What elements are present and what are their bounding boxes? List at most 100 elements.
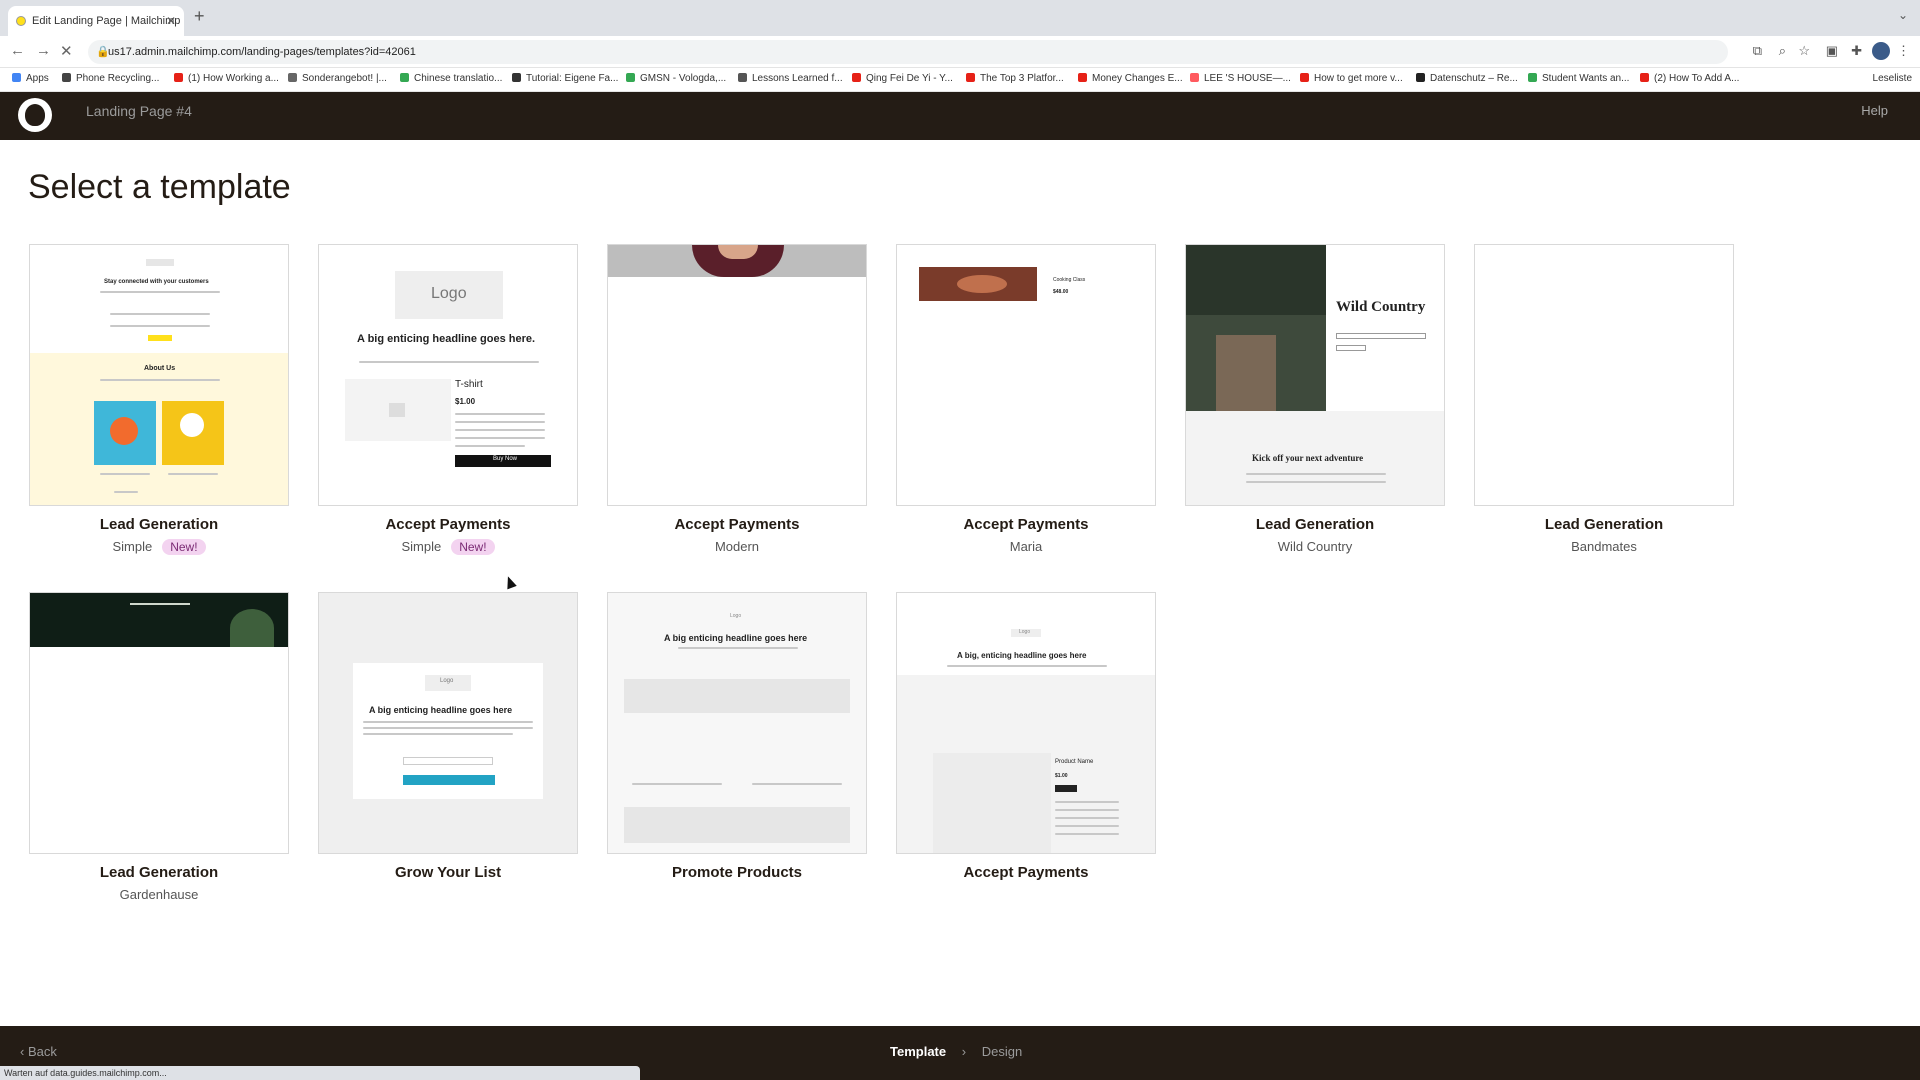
more-menu-icon[interactable]: ⋮: [1897, 43, 1910, 59]
help-link[interactable]: Help: [1861, 92, 1888, 130]
reading-list[interactable]: Leseliste: [1873, 68, 1912, 90]
bookmark-item[interactable]: (2) How To Add A...: [1640, 68, 1739, 90]
thumb-about: About Us: [144, 365, 176, 372]
chevron-right-icon: ›: [961, 1044, 967, 1059]
bookmark-item[interactable]: Qing Fei De Yi - Y...: [852, 68, 953, 90]
bookmark-favicon-icon: [1078, 73, 1087, 82]
star-icon[interactable]: ☆: [1798, 43, 1810, 59]
thumb-price: $1.00: [1055, 773, 1068, 779]
thumb-product: Product Name: [1055, 759, 1094, 765]
thumb-logo: Logo: [431, 285, 467, 302]
chevron-down-icon[interactable]: ⌄: [1898, 8, 1908, 22]
bookmark-item[interactable]: (1) How Working a...: [174, 68, 279, 90]
new-tab-icon[interactable]: +: [194, 6, 205, 27]
thumb-price: $48.00: [1053, 289, 1069, 295]
bookmark-favicon-icon: [1190, 73, 1199, 82]
new-badge: New!: [451, 539, 495, 555]
stop-loading-icon[interactable]: ✕: [60, 42, 73, 60]
template-card-lead-generation-bandmates[interactable]: Lead Generation Bandmates: [1474, 244, 1734, 554]
profile-avatar[interactable]: [1872, 42, 1890, 60]
template-thumbnail[interactable]: Logo A big enticing headline goes here. …: [318, 244, 578, 506]
template-card-accept-payments-simple[interactable]: Logo A big enticing headline goes here. …: [318, 244, 578, 555]
template-thumbnail[interactable]: Cooking Class $48.00: [896, 244, 1156, 506]
new-badge: New!: [162, 539, 206, 555]
chevron-left-icon: ‹: [20, 1044, 28, 1059]
template-thumbnail[interactable]: [1474, 244, 1734, 506]
zoom-icon[interactable]: ⌕: [1779, 43, 1786, 59]
mailchimp-favicon-icon: [16, 16, 26, 26]
bookmark-favicon-icon: [62, 73, 71, 82]
template-subtitle: Bandmates: [1571, 539, 1637, 554]
thumb-product: T-shirt: [455, 379, 483, 390]
bookmark-item[interactable]: Money Changes E...: [1078, 68, 1183, 90]
bookmark-favicon-icon: [738, 73, 747, 82]
template-thumbnail[interactable]: Wild Country Kick off your next adventur…: [1185, 244, 1445, 506]
translate-icon[interactable]: ⧉: [1753, 43, 1762, 59]
thumb-logo: Logo: [1019, 629, 1031, 635]
template-thumbnail[interactable]: Stay connected with your customers About…: [29, 244, 289, 506]
puzzle-icon[interactable]: ✚: [1851, 43, 1862, 59]
thumb-tagline: Kick off your next adventure: [1252, 453, 1364, 463]
back-button[interactable]: ‹ Back: [20, 1044, 57, 1059]
template-card-promote-products[interactable]: Logo A big enticing headline goes here P…: [607, 592, 867, 881]
template-subtitle: Simple New!: [318, 539, 578, 555]
template-card-accept-payments[interactable]: Logo A big, enticing headline goes here …: [896, 592, 1156, 881]
thumb-price: $1.00: [455, 397, 476, 406]
bookmark-item[interactable]: The Top 3 Platfor...: [966, 68, 1064, 90]
bookmark-item[interactable]: Student Wants an...: [1528, 68, 1629, 90]
thumb-headline: A big enticing headline goes here.: [357, 333, 536, 345]
template-thumbnail[interactable]: Logo A big enticing headline goes here: [318, 592, 578, 854]
thumb-headline: Stay connected with your customers: [104, 279, 209, 285]
bookmark-item[interactable]: Tutorial: Eigene Fa...: [512, 68, 618, 90]
template-card-accept-payments-modern[interactable]: Accept Payments Modern: [607, 244, 867, 554]
mailchimp-logo-icon[interactable]: [18, 98, 52, 132]
app-header: Landing Page #4 Help: [0, 92, 1920, 140]
browser-tab[interactable]: Edit Landing Page | Mailchimp ✕: [8, 6, 184, 36]
landing-page-title: Landing Page #4: [86, 103, 192, 119]
tab-title: Edit Landing Page | Mailchimp: [32, 15, 181, 27]
template-subtitle: Wild Country: [1277, 539, 1353, 554]
bookmark-item[interactable]: Sonderangebot! |...: [288, 68, 387, 90]
template-card-lead-generation-simple[interactable]: Stay connected with your customers About…: [29, 244, 289, 555]
bookmark-item[interactable]: GMSN - Vologda,...: [626, 68, 726, 90]
template-subtitle: Gardenhause: [119, 887, 199, 902]
bookmarks-bar: Apps Phone Recycling... (1) How Working …: [0, 68, 1920, 92]
url-text: us17.admin.mailchimp.com/landing-pages/t…: [108, 46, 416, 58]
template-thumbnail[interactable]: Logo A big, enticing headline goes here …: [896, 592, 1156, 854]
bookmark-item[interactable]: Apps: [12, 68, 49, 90]
address-bar[interactable]: 🔒 us17.admin.mailchimp.com/landing-pages…: [88, 40, 1728, 64]
template-thumbnail[interactable]: [607, 244, 867, 506]
step-template[interactable]: Template: [890, 1044, 946, 1059]
bookmark-item[interactable]: Lessons Learned f...: [738, 68, 843, 90]
browser-status-bar: Warten auf data.guides.mailchimp.com...: [0, 1066, 640, 1080]
close-tab-icon[interactable]: ✕: [166, 6, 176, 36]
bookmark-favicon-icon: [400, 73, 409, 82]
browser-tab-bar: Edit Landing Page | Mailchimp ✕ + ⌄: [0, 0, 1920, 36]
step-design[interactable]: Design: [982, 1044, 1022, 1059]
template-title: Grow Your List: [394, 864, 502, 881]
mouse-cursor-icon: [503, 574, 517, 590]
forward-arrow-icon[interactable]: →: [36, 42, 51, 59]
bookmark-favicon-icon: [966, 73, 975, 82]
template-card-grow-your-list[interactable]: Logo A big enticing headline goes here G…: [318, 592, 578, 881]
bookmark-item[interactable]: How to get more v...: [1300, 68, 1403, 90]
bookmark-favicon-icon: [288, 73, 297, 82]
template-card-accept-payments-maria[interactable]: Cooking Class $48.00 Accept Payments Mar…: [896, 244, 1156, 554]
bookmark-item[interactable]: Datenschutz – Re...: [1416, 68, 1518, 90]
bookmark-item[interactable]: Chinese translatio...: [400, 68, 502, 90]
template-card-lead-generation-gardenhause[interactable]: Lead Generation Gardenhause: [29, 592, 289, 902]
template-thumbnail[interactable]: Logo A big enticing headline goes here: [607, 592, 867, 854]
back-arrow-icon[interactable]: ←: [10, 42, 25, 59]
bookmark-favicon-icon: [12, 73, 21, 82]
bookmark-item[interactable]: Phone Recycling...: [62, 68, 159, 90]
bookmark-item[interactable]: LEE 'S HOUSE—...: [1190, 68, 1291, 90]
bookmark-favicon-icon: [1528, 73, 1537, 82]
thumb-title: Wild Country: [1336, 299, 1426, 315]
thumb-logo: Logo: [440, 678, 454, 684]
template-title: Lead Generation: [1255, 516, 1375, 533]
template-card-lead-generation-wild-country[interactable]: Wild Country Kick off your next adventur…: [1185, 244, 1445, 554]
template-subtitle: Maria: [1009, 539, 1043, 554]
template-subtitle: Simple New!: [29, 539, 289, 555]
template-thumbnail[interactable]: [29, 592, 289, 854]
extension-icon[interactable]: ▣: [1826, 43, 1838, 59]
